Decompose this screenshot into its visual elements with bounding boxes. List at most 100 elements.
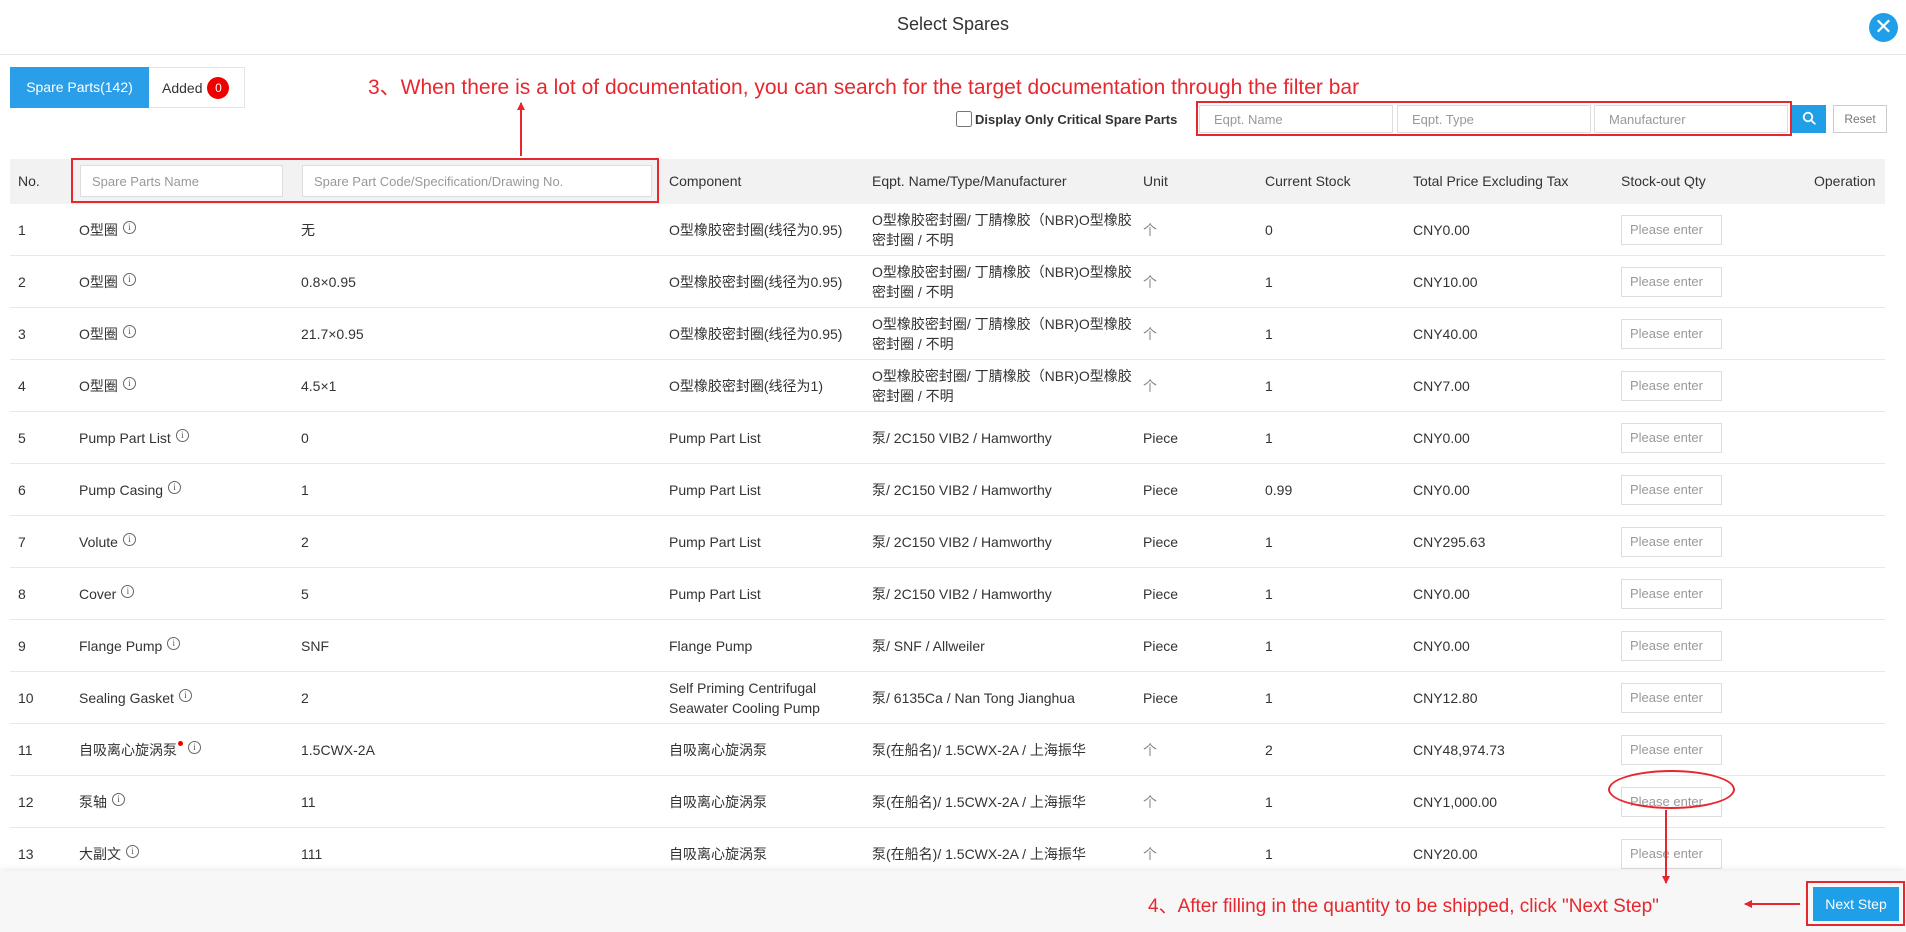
cell-unit: 个 [1143,360,1157,411]
close-button[interactable]: ✕ [1869,13,1898,42]
table-row: 3 O型圈 i 21.7×0.95 O型橡胶密封圈(线径为0.95) O型橡胶密封圈/ 丁… [10,308,1885,360]
cell-code: 0.8×0.95 [301,256,356,307]
cell-code-text: 2 [301,689,309,706]
stock-out-qty-input[interactable] [1621,682,1722,713]
tab-added[interactable]: Added 0 [149,67,245,108]
cell-unit-text: Piece [1143,585,1179,602]
cell-no: 10 [18,672,34,723]
info-icon[interactable]: i [112,793,125,806]
col-eqpt: Eqpt. Name/Type/Manufacturer [872,173,1067,189]
tab-spare-parts[interactable]: Spare Parts(142) [10,67,149,108]
eqpt-type-input[interactable] [1397,105,1591,133]
cell-no-text: 8 [18,585,26,602]
info-icon[interactable]: i [122,221,136,234]
cell-eqpt-text: O型橡胶密封圈/ 丁腈橡胶（NBR)O型橡胶密封圈 / 不明 [872,263,1132,300]
spare-part-name: O型圈 [79,221,118,238]
col-unit: Unit [1143,173,1168,189]
info-icon[interactable]: i [175,429,189,442]
info-icon[interactable]: i [122,533,136,546]
cell-unit-text: 个 [1143,793,1157,810]
reset-button[interactable]: Reset [1833,105,1887,133]
cell-component-text: O型橡胶密封圈(线径为0.95) [669,273,843,290]
info-icon[interactable]: i [178,689,192,702]
col-stock-out-qty: Stock-out Qty [1621,173,1706,189]
tab-added-label: Added [162,80,203,96]
spare-part-code-filter[interactable] [302,165,652,197]
cell-component-text: Pump Part List [669,585,761,602]
cell-price-text: CNY48,974.73 [1413,741,1505,758]
cell-component: O型橡胶密封圈(线径为0.95) [669,308,864,359]
stock-out-qty-input[interactable] [1621,786,1722,817]
close-icon: ✕ [1874,14,1893,39]
stock-out-qty-input[interactable] [1621,630,1722,661]
cell-stock: 0.99 [1265,464,1292,515]
table-row: 5 Pump Part List i 0 Pump Part List 泵/ 2C150 … [10,412,1885,464]
stock-out-qty-input[interactable] [1621,578,1722,609]
critical-filter[interactable]: Display Only Critical Spare Parts [956,111,1177,127]
info-icon[interactable]: i [122,377,136,390]
cell-price-text: CNY12.80 [1413,689,1478,706]
search-button[interactable] [1792,105,1826,133]
info-icon[interactable]: i [122,273,136,286]
manufacturer-input[interactable] [1594,105,1788,133]
col-operation: Operation [1814,173,1876,189]
stock-out-qty-input[interactable] [1621,214,1722,245]
cell-eqpt-text: 泵(在船名)/ 1.5CWX-2A / 上海振华 [872,741,1086,758]
cell-no: 12 [18,776,34,827]
eqpt-name-input[interactable] [1199,105,1393,133]
next-step-button[interactable]: Next Step [1813,887,1899,921]
cell-unit-text: 个 [1143,273,1157,290]
cell-price: CNY295.63 [1413,516,1485,567]
stock-out-qty-input[interactable] [1621,370,1722,401]
stock-out-qty-input[interactable] [1621,734,1722,765]
stock-out-qty-input[interactable] [1621,526,1722,557]
info-icon[interactable]: i [122,325,136,338]
cell-price-text: CNY0.00 [1413,221,1470,238]
stock-out-qty-input[interactable] [1621,422,1722,453]
cell-code: 1 [301,464,309,515]
info-icon[interactable]: i [167,637,181,650]
table-row: 10 Sealing Gasket i 2 Self Priming Centrifug… [10,672,1885,724]
cell-eqpt-text: 泵/ 2C150 VIB2 / Hamworthy [872,585,1052,602]
cell-price-text: CNY0.00 [1413,637,1470,654]
cell-stock: 1 [1265,308,1273,359]
cell-price-text: CNY0.00 [1413,481,1470,498]
cell-qty [1621,308,1722,359]
stock-out-qty-input[interactable] [1621,318,1722,349]
cell-no: 6 [18,464,26,515]
cell-eqpt-text: 泵/ 2C150 VIB2 / Hamworthy [872,429,1052,446]
critical-checkbox[interactable] [956,111,972,127]
cell-price-text: CNY40.00 [1413,325,1478,342]
info-icon[interactable]: i [188,741,201,754]
cell-component: Pump Part List [669,516,864,567]
cell-price: CNY7.00 [1413,360,1470,411]
cell-unit: 个 [1143,776,1157,827]
cell-component: 自吸离心旋涡泵 [669,724,864,775]
info-icon[interactable]: i [168,481,182,494]
spare-part-name: Flange Pump [79,637,163,654]
cell-unit: Piece [1143,620,1178,671]
cell-code-text: 4.5×1 [301,377,337,394]
stock-out-qty-input[interactable] [1621,266,1722,297]
cell-name: O型圈 i [79,204,136,255]
cell-stock: 1 [1265,776,1273,827]
cell-name: O型圈 i [79,308,136,359]
cell-qty [1621,724,1722,775]
cell-stock: 1 [1265,672,1273,723]
cell-price: CNY12.80 [1413,672,1478,723]
cell-component: Pump Part List [669,568,864,619]
stock-out-qty-input[interactable] [1621,838,1722,869]
info-icon[interactable]: i [126,845,139,858]
spare-parts-name-filter[interactable] [80,165,283,197]
annotation-step4: 4、After filling in the quantity to be sh… [1148,896,1659,917]
spare-part-name: O型圈 [79,325,118,342]
col-total-price: Total Price Excluding Tax [1413,173,1569,189]
cell-qty [1621,672,1722,723]
cell-eqpt: 泵/ 2C150 VIB2 / Hamworthy [872,412,1134,463]
cell-component-text: O型橡胶密封圈(线径为1) [669,377,823,394]
stock-out-qty-input[interactable] [1621,474,1722,505]
cell-name: O型圈 i [79,256,136,307]
cell-unit-text: 个 [1143,325,1157,342]
cell-no-text: 9 [18,637,26,654]
info-icon[interactable]: i [121,585,135,598]
